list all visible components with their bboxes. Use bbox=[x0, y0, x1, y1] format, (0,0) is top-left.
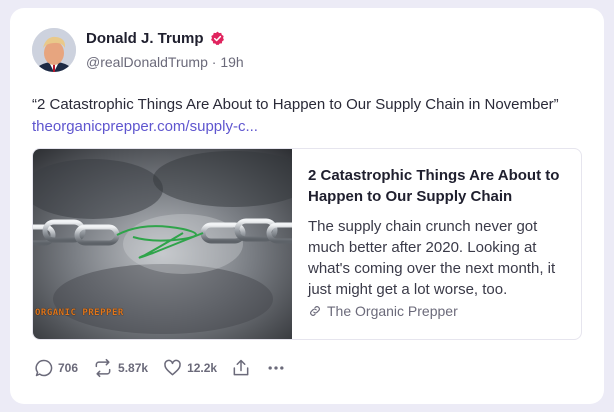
share-button[interactable] bbox=[231, 358, 251, 378]
repost-button[interactable]: 5.87k bbox=[92, 358, 148, 378]
link-icon bbox=[308, 304, 322, 318]
link-preview-body: 2 Catastrophic Things Are About to Happe… bbox=[292, 149, 581, 339]
comment-icon bbox=[34, 358, 58, 378]
link-preview-image: ORGANIC PREPPER bbox=[33, 149, 292, 339]
post-link[interactable]: theorganicprepper.com/supply-c... bbox=[32, 118, 258, 135]
link-preview-card[interactable]: ORGANIC PREPPER 2 Catastrophic Things Ar… bbox=[32, 148, 582, 340]
post-time[interactable]: 19h bbox=[220, 54, 243, 70]
author-name-row: Donald J. Trump bbox=[86, 30, 225, 47]
link-description: The supply chain crunch never got much b… bbox=[308, 218, 556, 298]
author-handle[interactable]: @realDonaldTrump bbox=[86, 54, 208, 70]
more-icon bbox=[265, 358, 287, 378]
share-icon bbox=[231, 358, 251, 378]
like-count: 12.2k bbox=[187, 361, 218, 375]
reply-count: 706 bbox=[58, 361, 79, 375]
verified-badge-icon bbox=[210, 31, 225, 46]
handle-line: @realDonaldTrump · 19h bbox=[86, 54, 244, 70]
post-body: “2 Catastrophic Things Are About to Happ… bbox=[32, 96, 559, 113]
more-button[interactable] bbox=[265, 358, 287, 378]
post-card: Donald J. Trump @realDonaldTrump · 19h “… bbox=[10, 8, 604, 404]
link-source[interactable]: The Organic Prepper bbox=[308, 303, 458, 319]
image-watermark: ORGANIC PREPPER bbox=[35, 308, 124, 318]
repost-icon bbox=[92, 358, 118, 378]
author-name[interactable]: Donald J. Trump bbox=[86, 30, 204, 47]
separator: · bbox=[211, 54, 217, 70]
action-bar: 706 5.87k 12.2k bbox=[34, 358, 301, 378]
link-source-name: The Organic Prepper bbox=[327, 303, 458, 319]
like-button[interactable]: 12.2k bbox=[162, 358, 217, 378]
link-title[interactable]: 2 Catastrophic Things Are About to Happe… bbox=[308, 165, 567, 207]
repost-count: 5.87k bbox=[118, 361, 149, 375]
avatar[interactable] bbox=[32, 28, 76, 72]
post-text: “2 Catastrophic Things Are About to Happ… bbox=[32, 94, 592, 138]
reply-button[interactable]: 706 bbox=[34, 358, 78, 378]
heart-icon bbox=[162, 358, 187, 378]
